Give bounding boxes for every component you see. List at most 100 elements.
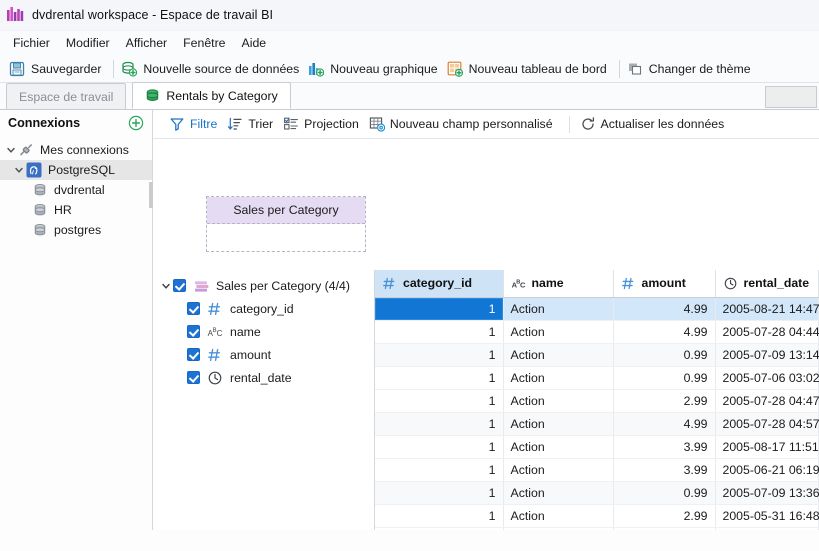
- chart-card-sales-per-category[interactable]: Sales per Category: [206, 196, 366, 252]
- cell-rental-date[interactable]: 2005-07-06 03:02:58: [715, 366, 819, 389]
- cell-amount[interactable]: 2.99: [613, 389, 715, 412]
- field-checkbox-amount[interactable]: [187, 348, 200, 361]
- save-button[interactable]: Sauvegarder: [7, 57, 108, 81]
- cell-name[interactable]: Action: [503, 481, 613, 504]
- cell-amount[interactable]: 0.99: [613, 366, 715, 389]
- table-row[interactable]: 1Action4.992005-08-17 11:17:21: [375, 527, 819, 530]
- menu-aide[interactable]: Aide: [234, 34, 275, 52]
- table-row[interactable]: 1Action4.992005-07-28 04:57:57: [375, 412, 819, 435]
- cell-rental-date[interactable]: 2005-05-31 16:48:43: [715, 504, 819, 527]
- new-chart-button[interactable]: Nouveau graphique: [306, 57, 444, 81]
- cell-rental-date[interactable]: 2005-07-28 04:47:14: [715, 389, 819, 412]
- column-header-amount[interactable]: amount: [613, 270, 715, 297]
- field-item-category-id[interactable]: category_id: [153, 297, 374, 320]
- cell-category-id[interactable]: 1: [375, 320, 503, 343]
- cell-category-id[interactable]: 1: [375, 297, 503, 320]
- table-row[interactable]: 1Action3.992005-08-17 11:51:39: [375, 435, 819, 458]
- cell-name[interactable]: Action: [503, 366, 613, 389]
- table-row[interactable]: 1Action4.992005-07-28 04:44:58: [375, 320, 819, 343]
- table-row[interactable]: 1Action0.992005-07-09 13:14:48: [375, 343, 819, 366]
- menu-fichier[interactable]: Fichier: [5, 34, 58, 52]
- cell-name[interactable]: Action: [503, 458, 613, 481]
- refresh-data-button[interactable]: Actualiser les données: [578, 113, 733, 135]
- cell-amount[interactable]: 3.99: [613, 435, 715, 458]
- table-row[interactable]: 1Action2.992005-07-28 04:47:14: [375, 389, 819, 412]
- cell-rental-date[interactable]: 2005-07-09 13:14:48: [715, 343, 819, 366]
- cell-name[interactable]: Action: [503, 343, 613, 366]
- cell-name[interactable]: Action: [503, 504, 613, 527]
- projection-button[interactable]: Projection: [281, 113, 367, 135]
- cell-amount[interactable]: 4.99: [613, 297, 715, 320]
- theme-switch-button[interactable]: Changer de thème: [625, 57, 758, 81]
- cell-rental-date[interactable]: 2005-08-17 11:17:21: [715, 527, 819, 530]
- cell-name[interactable]: Action: [503, 435, 613, 458]
- chevron-down-icon[interactable]: [12, 165, 26, 175]
- tree-item-dvdrental[interactable]: dvdrental: [0, 180, 152, 200]
- cell-amount[interactable]: 0.99: [613, 343, 715, 366]
- tab-rentals-by-category[interactable]: Rentals by Category: [132, 82, 290, 109]
- cell-rental-date[interactable]: 2005-07-28 04:44:58: [715, 320, 819, 343]
- dashboard-canvas[interactable]: Sales per Category: [153, 139, 819, 270]
- cell-category-id[interactable]: 1: [375, 527, 503, 530]
- chevron-down-icon[interactable]: [159, 281, 173, 291]
- sort-button[interactable]: Trier: [225, 113, 281, 135]
- cell-category-id[interactable]: 1: [375, 366, 503, 389]
- new-custom-field-button[interactable]: Nouveau champ personnalisé: [367, 113, 561, 135]
- field-item-amount[interactable]: amount: [153, 343, 374, 366]
- field-item-rental-date[interactable]: rental_date: [153, 366, 374, 389]
- field-checkbox-name[interactable]: [187, 325, 200, 338]
- field-checkbox-rental-date[interactable]: [187, 371, 200, 384]
- table-row[interactable]: 1Action0.992005-07-06 03:02:58: [375, 366, 819, 389]
- table-row[interactable]: 1Action3.992005-06-21 06:19:07: [375, 458, 819, 481]
- database-green-icon: [145, 88, 160, 103]
- column-header-rental-date[interactable]: rental_date: [715, 270, 819, 297]
- tree-item-mes-connexions[interactable]: Mes connexions: [0, 140, 152, 160]
- cell-category-id[interactable]: 1: [375, 481, 503, 504]
- cell-amount[interactable]: 4.99: [613, 412, 715, 435]
- table-row[interactable]: 1Action0.992005-07-09 13:36:10: [375, 481, 819, 504]
- data-grid[interactable]: category_id A B C: [375, 270, 819, 530]
- cell-category-id[interactable]: 1: [375, 389, 503, 412]
- cell-rental-date[interactable]: 2005-08-17 11:51:39: [715, 435, 819, 458]
- cell-name[interactable]: Action: [503, 527, 613, 530]
- cell-rental-date[interactable]: 2005-06-21 06:19:07: [715, 458, 819, 481]
- tree-item-postgresql[interactable]: PostgreSQL: [0, 160, 152, 180]
- tree-item-postgres[interactable]: postgres: [0, 220, 152, 240]
- cell-amount[interactable]: 0.99: [613, 481, 715, 504]
- cell-name[interactable]: Action: [503, 412, 613, 435]
- cell-amount[interactable]: 2.99: [613, 504, 715, 527]
- cell-category-id[interactable]: 1: [375, 412, 503, 435]
- filter-button[interactable]: Filtre: [167, 113, 225, 135]
- chevron-down-icon[interactable]: [4, 145, 18, 155]
- table-row[interactable]: 1Action2.992005-05-31 16:48:43: [375, 504, 819, 527]
- new-dashboard-button[interactable]: Nouveau tableau de bord: [445, 57, 614, 81]
- save-button-label: Sauvegarder: [31, 62, 101, 76]
- menu-modifier[interactable]: Modifier: [58, 34, 118, 52]
- cell-name[interactable]: Action: [503, 297, 613, 320]
- cell-name[interactable]: Action: [503, 389, 613, 412]
- cell-category-id[interactable]: 1: [375, 504, 503, 527]
- table-row[interactable]: 1Action4.992005-08-21 14:47:09: [375, 297, 819, 320]
- field-root-checkbox[interactable]: [173, 279, 186, 292]
- field-root-sales-per-category[interactable]: Sales per Category (4/4): [153, 274, 374, 297]
- new-datasource-button[interactable]: Nouvelle source de données: [119, 57, 306, 81]
- menu-fenetre[interactable]: Fenêtre: [175, 34, 233, 52]
- cell-rental-date[interactable]: 2005-07-09 13:36:10: [715, 481, 819, 504]
- cell-rental-date[interactable]: 2005-08-21 14:47:09: [715, 297, 819, 320]
- cell-amount[interactable]: 4.99: [613, 527, 715, 530]
- cell-category-id[interactable]: 1: [375, 435, 503, 458]
- tab-espace-de-travail[interactable]: Espace de travail: [6, 83, 126, 109]
- menu-afficher[interactable]: Afficher: [118, 34, 175, 52]
- add-connection-plus-icon[interactable]: [128, 115, 144, 131]
- cell-amount[interactable]: 3.99: [613, 458, 715, 481]
- column-header-name[interactable]: A B C name: [503, 270, 613, 297]
- cell-category-id[interactable]: 1: [375, 458, 503, 481]
- cell-name[interactable]: Action: [503, 320, 613, 343]
- column-header-category-id[interactable]: category_id: [375, 270, 503, 297]
- cell-amount[interactable]: 4.99: [613, 320, 715, 343]
- field-item-name[interactable]: A B C name: [153, 320, 374, 343]
- cell-category-id[interactable]: 1: [375, 343, 503, 366]
- cell-rental-date[interactable]: 2005-07-28 04:57:57: [715, 412, 819, 435]
- field-checkbox-category-id[interactable]: [187, 302, 200, 315]
- tree-item-hr[interactable]: HR: [0, 200, 152, 220]
